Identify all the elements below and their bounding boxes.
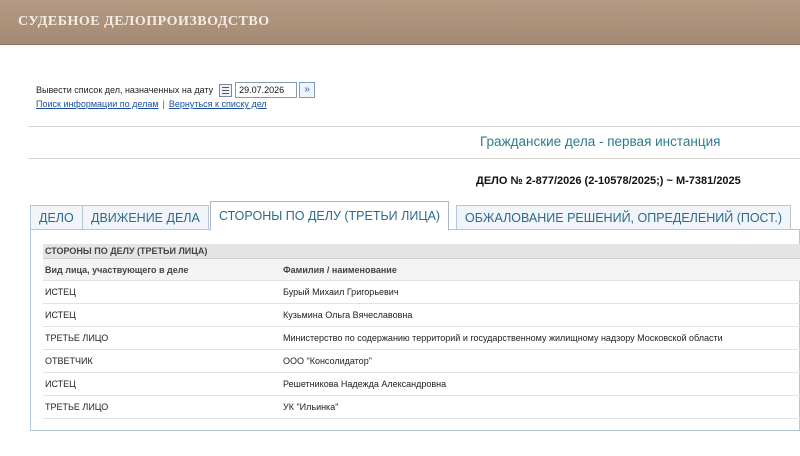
parties-panel: СТОРОНЫ ПО ДЕЛУ (ТРЕТЬИ ЛИЦА) Вид лица, …	[30, 229, 800, 431]
party-name: УК "Ильинка"	[281, 395, 800, 419]
search-cases-link[interactable]: Поиск информации по делам	[36, 99, 159, 109]
party-type: ИСТЕЦ	[43, 280, 281, 304]
party-type: ТРЕТЬЕ ЛИЦО	[43, 395, 281, 419]
date-filter-label: Вывести список дел, назначенных на дату	[36, 85, 214, 95]
party-type: ТРЕТЬЕ ЛИЦО	[43, 326, 281, 350]
table-row: ТРЕТЬЕ ЛИЦО УК "Ильинка"	[43, 395, 800, 419]
table-row: ИСТЕЦ Кузьмина Ольга Вячеславовна	[43, 303, 800, 327]
case-tabs: ДЕЛО ДВИЖЕНИЕ ДЕЛА СТОРОНЫ ПО ДЕЛУ (ТРЕТ…	[30, 201, 800, 231]
table-row: ИСТЕЦ Бурый Михаил Григорьевич	[43, 280, 800, 304]
table-row: ТРЕТЬЕ ЛИЦО Министерство по содержанию т…	[43, 326, 800, 350]
calendar-icon[interactable]	[219, 83, 233, 97]
case-type-title: Гражданские дела - первая инстанция	[480, 134, 721, 149]
party-type: ОТВЕТЧИК	[43, 349, 281, 373]
parties-table: СТОРОНЫ ПО ДЕЛУ (ТРЕТЬИ ЛИЦА) Вид лица, …	[43, 244, 800, 419]
tab-case[interactable]: ДЕЛО	[30, 205, 83, 230]
show-cases-button[interactable]: »	[299, 82, 316, 98]
double-chevron-right-icon: »	[304, 84, 310, 95]
nav-links: Поиск информации по делам | Вернуться к сп…	[36, 99, 267, 109]
party-name: ООО "Консолидатор"	[281, 349, 800, 373]
tab-parties[interactable]: СТОРОНЫ ПО ДЕЛУ (ТРЕТЬИ ЛИЦА)	[210, 201, 450, 231]
table-caption-row: СТОРОНЫ ПО ДЕЛУ (ТРЕТЬИ ЛИЦА)	[43, 244, 800, 259]
divider	[28, 158, 800, 159]
party-name: Решетникова Надежда Александровна	[281, 372, 800, 396]
column-header-name: Фамилия / наименование	[281, 258, 800, 281]
table-row: ОТВЕТЧИК ООО "Консолидатор"	[43, 349, 800, 373]
date-filter: Вывести список дел, назначенных на дату …	[36, 81, 316, 99]
back-to-list-link[interactable]: Вернуться к списку дел	[169, 99, 267, 109]
table-header-row: Вид лица, участвующего в деле Фамилия / …	[43, 258, 800, 281]
party-type: ИСТЕЦ	[43, 372, 281, 396]
column-header-party-type: Вид лица, участвующего в деле	[43, 258, 281, 281]
case-number: ДЕЛО № 2-877/2026 (2-10578/2025;) ~ М-73…	[476, 175, 741, 187]
link-separator: |	[162, 99, 165, 109]
divider	[28, 126, 800, 127]
party-name: Кузьмина Ольга Вячеславовна	[281, 303, 800, 327]
tab-case-movement[interactable]: ДВИЖЕНИЕ ДЕЛА	[82, 205, 209, 230]
table-caption: СТОРОНЫ ПО ДЕЛУ (ТРЕТЬИ ЛИЦА)	[43, 244, 800, 259]
site-title: СУДЕБНОЕ ДЕЛОПРОИЗВОДСТВО	[18, 14, 270, 29]
party-name: Бурый Михаил Григорьевич	[281, 280, 800, 304]
table-row: ИСТЕЦ Решетникова Надежда Александровна	[43, 372, 800, 396]
tab-appeals[interactable]: ОБЖАЛОВАНИЕ РЕШЕНИЙ, ОПРЕДЕЛЕНИЙ (ПОСТ.)	[456, 205, 792, 230]
site-header: СУДЕБНОЕ ДЕЛОПРОИЗВОДСТВО	[0, 0, 800, 45]
party-name: Министерство по содержанию территорий и …	[281, 326, 800, 350]
date-input[interactable]	[235, 82, 298, 98]
party-type: ИСТЕЦ	[43, 303, 281, 327]
